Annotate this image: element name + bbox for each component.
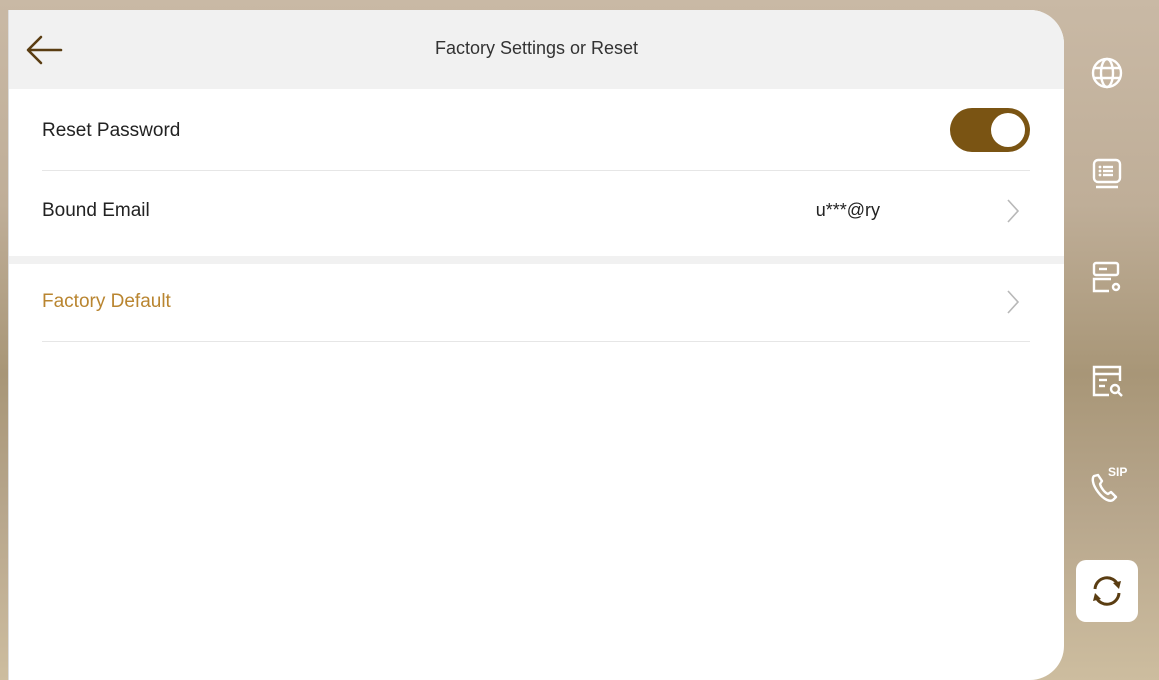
chevron-right-icon <box>1007 290 1020 314</box>
server-settings-icon <box>1092 261 1121 293</box>
globe-icon <box>1091 57 1123 89</box>
chevron-right-icon <box>1007 199 1020 223</box>
sidebar-item-language[interactable] <box>1076 42 1138 104</box>
sip-label: SIP <box>1108 465 1127 479</box>
refresh-icon <box>1093 576 1121 606</box>
list-icon <box>1092 158 1122 189</box>
page-title: Factory Settings or Reset <box>434 38 639 58</box>
bound-email-row[interactable]: Bound Email u***@ry <box>42 170 1030 250</box>
sidebar-item-sip[interactable]: SIP <box>1076 454 1138 516</box>
bound-email-value: u***@ry <box>815 200 880 220</box>
toggle-knob <box>991 113 1025 147</box>
header-bar: Factory Settings or Reset <box>9 10 1064 89</box>
reset-password-toggle[interactable] <box>950 108 1030 152</box>
factory-default-label: Factory Default <box>42 291 171 312</box>
sidebar-item-logs[interactable] <box>1076 350 1138 412</box>
sip-phone-icon: SIP <box>1091 465 1127 502</box>
sidebar-item-display[interactable] <box>1076 143 1138 205</box>
sidebar-item-reset[interactable] <box>1076 560 1138 622</box>
bound-email-label: Bound Email <box>42 200 150 221</box>
factory-default-row[interactable]: Factory Default <box>42 261 1030 342</box>
reset-password-label: Reset Password <box>42 120 181 141</box>
log-search-icon <box>1092 365 1123 397</box>
sidebar-item-system[interactable] <box>1076 246 1138 308</box>
reset-password-row: Reset Password <box>42 90 1030 171</box>
settings-panel: Factory Settings or Reset Reset Password… <box>8 10 1064 680</box>
